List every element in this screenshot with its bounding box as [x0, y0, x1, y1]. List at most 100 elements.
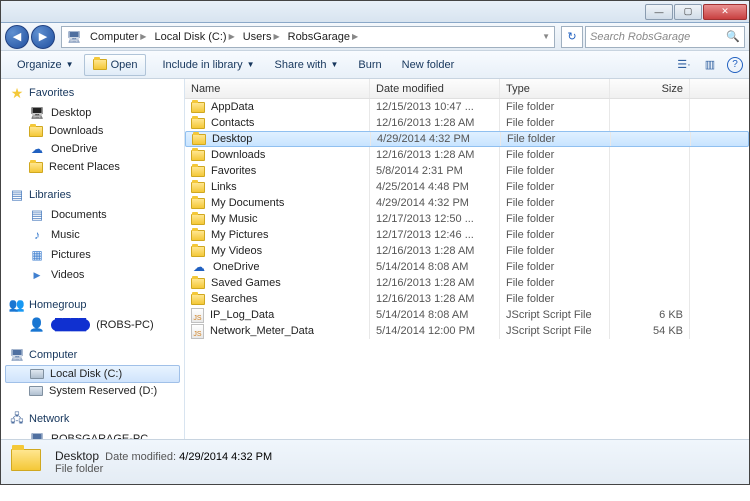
file-row[interactable]: My Pictures12/17/2013 12:46 ...File fold…: [185, 227, 749, 243]
file-row[interactable]: Favorites5/8/2014 2:31 PMFile folder: [185, 163, 749, 179]
sidebar-item-hgpc[interactable]: 👤████(ROBS-PC): [1, 315, 184, 335]
file-size: [610, 259, 690, 275]
breadcrumb[interactable]: Computer▶: [86, 31, 150, 43]
sidebar-item-videos[interactable]: Videos: [1, 265, 184, 285]
file-type: File folder: [500, 259, 610, 275]
file-row[interactable]: AppData12/15/2013 10:47 ...File folder: [185, 99, 749, 115]
column-header-date[interactable]: Date modified: [370, 79, 500, 98]
network-header[interactable]: 🖧Network: [1, 409, 184, 429]
file-type: File folder: [500, 147, 610, 163]
search-icon: 🔍: [726, 30, 740, 43]
navigation-pane: ★Favorites 🖥Desktop Downloads OneDrive R…: [1, 79, 185, 439]
file-name: Links: [211, 181, 237, 193]
file-name: Saved Games: [211, 277, 281, 289]
forward-button[interactable]: ▶: [31, 25, 55, 49]
file-name: Searches: [211, 293, 257, 305]
column-header-name[interactable]: Name: [185, 79, 370, 98]
breadcrumb[interactable]: RobsGarage▶: [284, 31, 363, 43]
file-list-pane: Name Date modified Type Size AppData12/1…: [185, 79, 749, 439]
sidebar-item-pictures[interactable]: Pictures: [1, 245, 184, 265]
file-row[interactable]: Links4/25/2014 4:48 PMFile folder: [185, 179, 749, 195]
pictures-icon: [29, 247, 45, 263]
sidebar-item-recent[interactable]: Recent Places: [1, 159, 184, 175]
file-size: [610, 275, 690, 291]
file-size: [610, 163, 690, 179]
file-row[interactable]: JSNetwork_Meter_Data5/14/2014 12:00 PMJS…: [185, 323, 749, 339]
refresh-button[interactable]: ↻: [561, 26, 583, 48]
close-button[interactable]: ✕: [703, 4, 747, 20]
libraries-header[interactable]: ▤Libraries: [1, 185, 184, 205]
file-name: Network_Meter_Data: [210, 325, 314, 337]
search-input[interactable]: Search RobsGarage 🔍: [585, 26, 745, 48]
file-type: JScript Script File: [500, 323, 610, 339]
breadcrumb-bar[interactable]: 🖥 Computer▶ Local Disk (C:)▶ Users▶ Robs…: [61, 26, 555, 48]
share-with-menu[interactable]: Share with▼: [265, 55, 349, 75]
sidebar-item-sysreserved-d[interactable]: System Reserved (D:): [1, 383, 184, 399]
homegroup-group: 👥Homegroup 👤████(ROBS-PC): [1, 295, 184, 335]
file-date: 12/15/2013 10:47 ...: [370, 99, 500, 115]
view-options-button[interactable]: ☰·: [675, 56, 693, 74]
file-name: IP_Log_Data: [210, 309, 274, 321]
file-row[interactable]: My Videos12/16/2013 1:28 AMFile folder: [185, 243, 749, 259]
titlebar: — ▢ ✕: [1, 1, 749, 23]
file-type: File folder: [500, 243, 610, 259]
back-button[interactable]: ◀: [5, 25, 29, 49]
body: ★Favorites 🖥Desktop Downloads OneDrive R…: [1, 79, 749, 439]
sidebar-item-desktop[interactable]: 🖥Desktop: [1, 103, 184, 123]
computer-group: 🖥Computer Local Disk (C:) System Reserve…: [1, 345, 184, 399]
column-header-type[interactable]: Type: [500, 79, 610, 98]
include-library-menu[interactable]: Include in library▼: [152, 55, 264, 75]
file-row[interactable]: OneDrive5/14/2014 8:08 AMFile folder: [185, 259, 749, 275]
maximize-button[interactable]: ▢: [674, 4, 702, 20]
file-name: Downloads: [211, 149, 265, 161]
file-type: File folder: [500, 211, 610, 227]
file-size: [610, 211, 690, 227]
folder-icon: [191, 230, 205, 241]
sidebar-item-downloads[interactable]: Downloads: [1, 123, 184, 139]
file-row[interactable]: Saved Games12/16/2013 1:28 AMFile folder: [185, 275, 749, 291]
sidebar-item-documents[interactable]: ▤Documents: [1, 205, 184, 225]
help-button[interactable]: ?: [727, 57, 743, 73]
videos-icon: [29, 267, 45, 283]
details-icon: [11, 449, 43, 475]
folder-icon: [29, 162, 43, 173]
sidebar-item-netpc1[interactable]: 🖥ROBSGARAGE-PC: [1, 429, 184, 439]
column-header-size[interactable]: Size: [610, 79, 690, 98]
file-date: 12/17/2013 12:46 ...: [370, 227, 500, 243]
file-row[interactable]: My Music12/17/2013 12:50 ...File folder: [185, 211, 749, 227]
file-size: [610, 243, 690, 259]
network-group: 🖧Network 🖥ROBSGARAGE-PC 🖥ROBS-PC: [1, 409, 184, 439]
file-row[interactable]: My Documents4/29/2014 4:32 PMFile folder: [185, 195, 749, 211]
pc-icon: 🖥: [29, 431, 45, 439]
minimize-button[interactable]: —: [645, 4, 673, 20]
chevron-down-icon[interactable]: ▼: [542, 32, 550, 41]
homegroup-header[interactable]: 👥Homegroup: [1, 295, 184, 315]
user-icon: 👤: [29, 317, 45, 333]
file-row[interactable]: JSIP_Log_Data5/14/2014 8:08 AMJScript Sc…: [185, 307, 749, 323]
open-button[interactable]: Open: [84, 54, 147, 76]
folder-icon: [191, 214, 205, 225]
organize-menu[interactable]: Organize▼: [7, 55, 84, 75]
file-date: 12/16/2013 1:28 AM: [370, 115, 500, 131]
breadcrumb[interactable]: Users▶: [239, 31, 284, 43]
homegroup-icon: 👥: [9, 297, 25, 313]
favorites-header[interactable]: ★Favorites: [1, 83, 184, 103]
file-row[interactable]: Searches12/16/2013 1:28 AMFile folder: [185, 291, 749, 307]
computer-header[interactable]: 🖥Computer: [1, 345, 184, 365]
sidebar-item-music[interactable]: Music: [1, 225, 184, 245]
sidebar-item-onedrive[interactable]: OneDrive: [1, 139, 184, 159]
file-row[interactable]: Contacts12/16/2013 1:28 AMFile folder: [185, 115, 749, 131]
burn-button[interactable]: Burn: [348, 55, 391, 75]
file-size: [611, 132, 691, 146]
computer-icon: 🖥: [9, 347, 25, 363]
file-row[interactable]: Desktop4/29/2014 4:32 PMFile folder: [185, 131, 749, 147]
toolbar: Organize▼ Open Include in library▼ Share…: [1, 51, 749, 79]
file-type: File folder: [500, 291, 610, 307]
file-row[interactable]: Downloads12/16/2013 1:28 AMFile folder: [185, 147, 749, 163]
preview-pane-button[interactable]: ▥: [701, 56, 719, 74]
new-folder-button[interactable]: New folder: [392, 55, 465, 75]
breadcrumb[interactable]: Local Disk (C:)▶: [150, 31, 238, 43]
sidebar-item-localdisk-c[interactable]: Local Disk (C:): [5, 365, 180, 383]
folder-icon: [191, 198, 205, 209]
file-date: 12/16/2013 1:28 AM: [370, 243, 500, 259]
